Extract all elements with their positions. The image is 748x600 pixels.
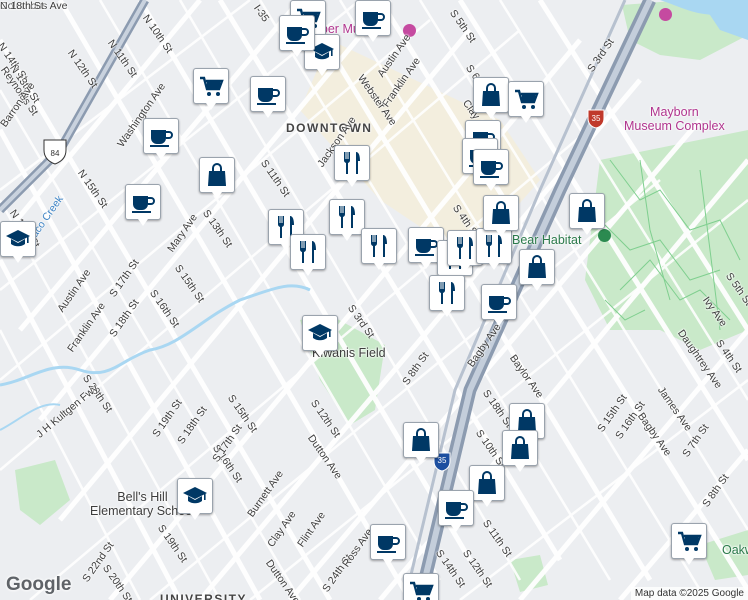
- shopping-bag-icon: [578, 199, 596, 222]
- map-marker-restaurant[interactable]: [334, 145, 370, 187]
- map-marker-restaurant[interactable]: [476, 228, 512, 270]
- map-marker-shopping-bag[interactable]: [473, 77, 509, 119]
- shopping-cart-icon: [515, 89, 539, 109]
- map-marker-shopping-bag[interactable]: [519, 249, 555, 291]
- poi-label-mayborn-museum[interactable]: Mayborn Museum Complex: [624, 105, 725, 133]
- map-marker-coffee-cup[interactable]: [481, 284, 517, 326]
- coffee-cup-icon: [445, 502, 468, 519]
- svg-text:35: 35: [592, 114, 601, 123]
- map-marker-shopping-bag[interactable]: [569, 193, 605, 235]
- map-marker-restaurant[interactable]: [329, 199, 365, 241]
- map-marker-shopping-cart[interactable]: [671, 523, 707, 565]
- coffee-cup-icon: [362, 12, 385, 29]
- graduation-cap-icon: [6, 230, 30, 247]
- shopping-bag-icon: [511, 436, 529, 459]
- graduation-cap-icon: [183, 487, 207, 504]
- map-marker-coffee-cup[interactable]: [370, 524, 406, 566]
- map-marker-shopping-bag[interactable]: [199, 157, 235, 199]
- coffee-cup-icon: [132, 196, 155, 213]
- map-marker-graduation-cap[interactable]: [302, 315, 338, 357]
- area-label-university: UNIVERSITY: [160, 592, 248, 600]
- map-marker-restaurant[interactable]: [361, 228, 397, 270]
- area-label-downtown: DOWNTOWN: [286, 121, 373, 135]
- coffee-cup-icon: [286, 27, 309, 44]
- map-marker-coffee-cup[interactable]: [125, 184, 161, 226]
- map-marker-shopping-bag[interactable]: [403, 422, 439, 464]
- coffee-cup-icon: [257, 88, 280, 105]
- shopping-bag-icon: [412, 428, 430, 451]
- shopping-bag-icon: [528, 255, 546, 278]
- map-marker-restaurant[interactable]: [290, 234, 326, 276]
- map-marker-coffee-cup[interactable]: [438, 490, 474, 532]
- map-marker-shopping-cart[interactable]: [403, 573, 439, 600]
- restaurant-icon: [438, 282, 455, 304]
- shopping-cart-icon: [410, 581, 434, 600]
- restaurant-icon: [370, 235, 387, 257]
- map-marker-coffee-cup[interactable]: [143, 118, 179, 160]
- zoo-icon[interactable]: [598, 229, 611, 242]
- restaurant-icon: [338, 206, 355, 228]
- coffee-cup-icon: [480, 161, 503, 178]
- coffee-cup-icon: [150, 130, 173, 147]
- map-marker-coffee-cup[interactable]: [355, 0, 391, 42]
- restaurant-icon: [299, 241, 316, 263]
- map-marker-shopping-cart[interactable]: [193, 68, 229, 110]
- shopping-bag-icon: [482, 83, 500, 106]
- shopping-bag-icon: [478, 471, 496, 494]
- map-marker-restaurant[interactable]: [429, 275, 465, 317]
- google-logo: Google: [6, 574, 72, 595]
- map-marker-graduation-cap[interactable]: [177, 478, 213, 520]
- map-marker-shopping-bag[interactable]: [469, 465, 505, 507]
- svg-text:84: 84: [51, 149, 60, 158]
- restaurant-icon: [343, 152, 360, 174]
- poi-label-bear-habitat[interactable]: Bear Habitat: [512, 233, 581, 247]
- map-marker-coffee-cup[interactable]: [279, 15, 315, 57]
- coffee-cup-icon: [488, 296, 511, 313]
- map-canvas[interactable]: 84 35 35 DOWNTOWN UNIVERSITY Dr Pepper M…: [0, 0, 748, 600]
- map-marker-shopping-bag[interactable]: [483, 195, 519, 237]
- shopping-bag-icon: [492, 201, 510, 224]
- shopping-bag-icon: [208, 163, 226, 186]
- shopping-cart-icon: [678, 531, 702, 551]
- map-attribution: Map data ©2025 Google: [630, 587, 748, 600]
- shopping-cart-icon: [200, 76, 224, 96]
- street-label: N 18th St: [0, 0, 44, 12]
- restaurant-icon: [456, 237, 473, 259]
- map-marker-shopping-bag[interactable]: [502, 430, 538, 472]
- coffee-cup-icon: [377, 536, 400, 553]
- graduation-cap-icon: [308, 324, 332, 341]
- map-marker-graduation-cap[interactable]: [0, 221, 36, 263]
- map-marker-coffee-cup[interactable]: [250, 76, 286, 118]
- museum-icon[interactable]: [659, 8, 672, 21]
- svg-text:35: 35: [438, 456, 447, 465]
- map-marker-coffee-cup[interactable]: [473, 149, 509, 191]
- poi-label-oakwood[interactable]: Oakw: [722, 543, 748, 557]
- coffee-cup-icon: [415, 239, 438, 256]
- map-marker-shopping-cart[interactable]: [508, 81, 544, 123]
